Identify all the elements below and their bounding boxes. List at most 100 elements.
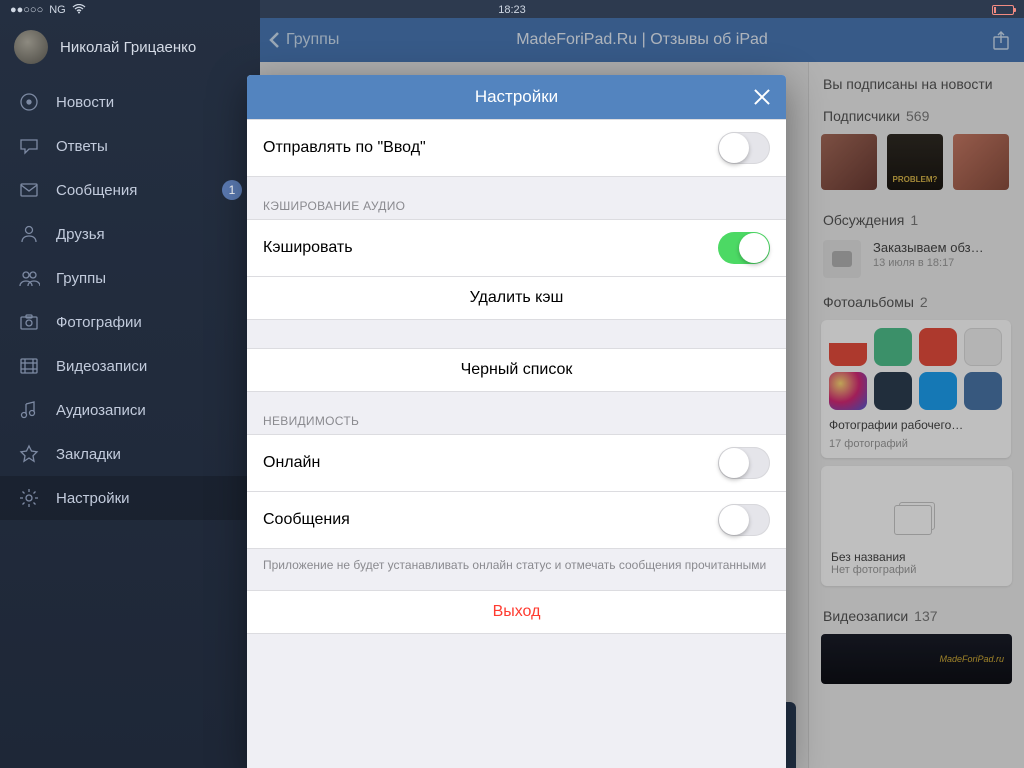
row-label: Онлайн xyxy=(263,454,320,472)
empty-album-sub: Нет фотографий xyxy=(831,564,1002,576)
row-label: Выход xyxy=(493,603,541,621)
photo-album[interactable]: Фотографии рабочего… 17 фотографий xyxy=(821,320,1011,458)
sidebar-item-friends[interactable]: Друзья xyxy=(0,212,260,256)
app-icon xyxy=(829,328,867,366)
page-title: MadeForiPad.Ru | Отзывы об iPad xyxy=(516,31,768,49)
carrier-label: NG xyxy=(49,4,66,16)
subscriber-thumb[interactable]: PROBLEM? xyxy=(887,134,943,190)
sidebar-item-label: Друзья xyxy=(56,226,242,243)
album-sub: 17 фотографий xyxy=(829,438,1003,450)
sidebar-badge: 1 xyxy=(222,180,242,200)
app-icon xyxy=(919,372,957,410)
subscriber-thumb[interactable] xyxy=(821,134,877,190)
right-panel: Вы подписаны на новости Подписчики 569 P… xyxy=(808,62,1024,768)
app-icon xyxy=(964,328,1002,366)
sidebar-item-label: Видеозаписи xyxy=(56,358,242,375)
photoalbums-label: Фотоальбомы xyxy=(823,294,914,310)
empty-album-title: Без названия xyxy=(831,550,1002,564)
photos-icon xyxy=(18,311,40,333)
app-icon xyxy=(874,372,912,410)
back-label: Группы xyxy=(286,31,339,49)
audio-icon xyxy=(18,399,40,421)
toggle-send-on-enter[interactable] xyxy=(718,132,770,164)
signal-dots: ●●○○○ xyxy=(10,4,43,16)
app-icon xyxy=(964,372,1002,410)
sidebar-item-label: Закладки xyxy=(56,446,242,463)
sidebar-item-videos[interactable]: Видеозаписи xyxy=(0,344,260,388)
videos-label: Видеозаписи xyxy=(823,608,908,624)
section-invisibility: НЕВИДИМОСТЬ xyxy=(247,392,786,434)
sidebar-item-photos[interactable]: Фотографии xyxy=(0,300,260,344)
back-button[interactable]: Группы xyxy=(260,31,339,49)
subscribers-thumbs[interactable]: PROBLEM? xyxy=(809,126,1024,198)
row-messages[interactable]: Сообщения xyxy=(247,492,786,549)
row-label: Удалить кэш xyxy=(470,289,564,307)
discussion-date: 13 июля в 18:17 xyxy=(873,257,984,269)
subscribers-count: 569 xyxy=(906,108,929,124)
sidebar-item-bookmarks[interactable]: Закладки xyxy=(0,432,260,476)
settings-icon xyxy=(18,487,40,509)
sidebar-item-messages[interactable]: Сообщения 1 xyxy=(0,168,260,212)
sidebar-item-label: Ответы xyxy=(56,138,242,155)
header-bar: Группы MadeForiPad.Ru | Отзывы об iPad xyxy=(260,18,1024,62)
close-icon[interactable] xyxy=(752,87,772,107)
sidebar-item-news[interactable]: Новости xyxy=(0,80,260,124)
section-audio-cache: КЭШИРОВАНИЕ АУДИО xyxy=(247,177,786,219)
row-send-on-enter[interactable]: Отправлять по "Ввод" xyxy=(247,119,786,177)
share-button[interactable] xyxy=(990,29,1012,51)
row-online[interactable]: Онлайн xyxy=(247,434,786,492)
album-title: Фотографии рабочего… xyxy=(829,416,1003,432)
wifi-icon xyxy=(72,4,86,17)
videos-icon xyxy=(18,355,40,377)
row-label: Черный список xyxy=(461,361,573,379)
groups-icon xyxy=(18,267,40,289)
sidebar-item-label: Фотографии xyxy=(56,314,242,331)
subscribed-label: Вы подписаны на новости xyxy=(823,76,993,92)
discussion-title: Заказываем обз… xyxy=(873,240,984,255)
empty-album[interactable]: Без названия Нет фотографий xyxy=(821,466,1012,586)
sidebar-item-label: Новости xyxy=(56,94,242,111)
replies-icon xyxy=(18,135,40,157)
messages-icon xyxy=(18,179,40,201)
photoalbums-count: 2 xyxy=(920,294,928,310)
subscribers-label: Подписчики xyxy=(823,108,900,124)
clock: 18:23 xyxy=(498,4,526,16)
invisibility-note: Приложение не будет устанавливать онлайн… xyxy=(247,549,786,590)
video-thumb[interactable]: MadeForiPad.ru xyxy=(821,634,1012,684)
row-blacklist[interactable]: Черный список xyxy=(247,348,786,392)
app-icon xyxy=(919,328,957,366)
row-label: Кэшировать xyxy=(263,239,353,257)
modal-body: Отправлять по "Ввод" КЭШИРОВАНИЕ АУДИО К… xyxy=(247,119,786,768)
discussions-count: 1 xyxy=(910,212,918,228)
discussion-icon xyxy=(823,240,861,278)
sidebar-item-settings[interactable]: Настройки xyxy=(0,476,260,520)
sidebar: Николай Грицаенко Новости Ответы Сообщения… xyxy=(0,0,260,768)
sidebar-item-groups[interactable]: Группы xyxy=(0,256,260,300)
subscriber-thumb[interactable] xyxy=(953,134,1009,190)
sidebar-item-label: Сообщения xyxy=(56,182,206,199)
bookmarks-icon xyxy=(18,443,40,465)
album-placeholder-icon xyxy=(899,502,935,530)
discussions-label: Обсуждения xyxy=(823,212,904,228)
settings-modal: Настройки Отправлять по "Ввод" КЭШИРОВАН… xyxy=(247,75,786,768)
row-label: Отправлять по "Ввод" xyxy=(263,139,426,157)
profile-row[interactable]: Николай Грицаенко xyxy=(0,22,260,80)
app-icon xyxy=(874,328,912,366)
friends-icon xyxy=(18,223,40,245)
avatar xyxy=(14,30,48,64)
toggle-cache[interactable] xyxy=(718,232,770,264)
sidebar-item-label: Настройки xyxy=(56,490,242,507)
sidebar-item-audio[interactable]: Аудиозаписи xyxy=(0,388,260,432)
sidebar-item-label: Группы xyxy=(56,270,242,287)
row-logout[interactable]: Выход xyxy=(247,590,786,634)
row-clear-cache[interactable]: Удалить кэш xyxy=(247,277,786,320)
videos-count: 137 xyxy=(914,608,937,624)
app-icon xyxy=(829,372,867,410)
toggle-online[interactable] xyxy=(718,447,770,479)
row-cache[interactable]: Кэшировать xyxy=(247,219,786,277)
sidebar-item-replies[interactable]: Ответы xyxy=(0,124,260,168)
row-label: Сообщения xyxy=(263,511,350,529)
discussion-item[interactable]: Заказываем обз… 13 июля в 18:17 xyxy=(809,230,1024,280)
toggle-messages[interactable] xyxy=(718,504,770,536)
modal-header: Настройки xyxy=(247,75,786,119)
